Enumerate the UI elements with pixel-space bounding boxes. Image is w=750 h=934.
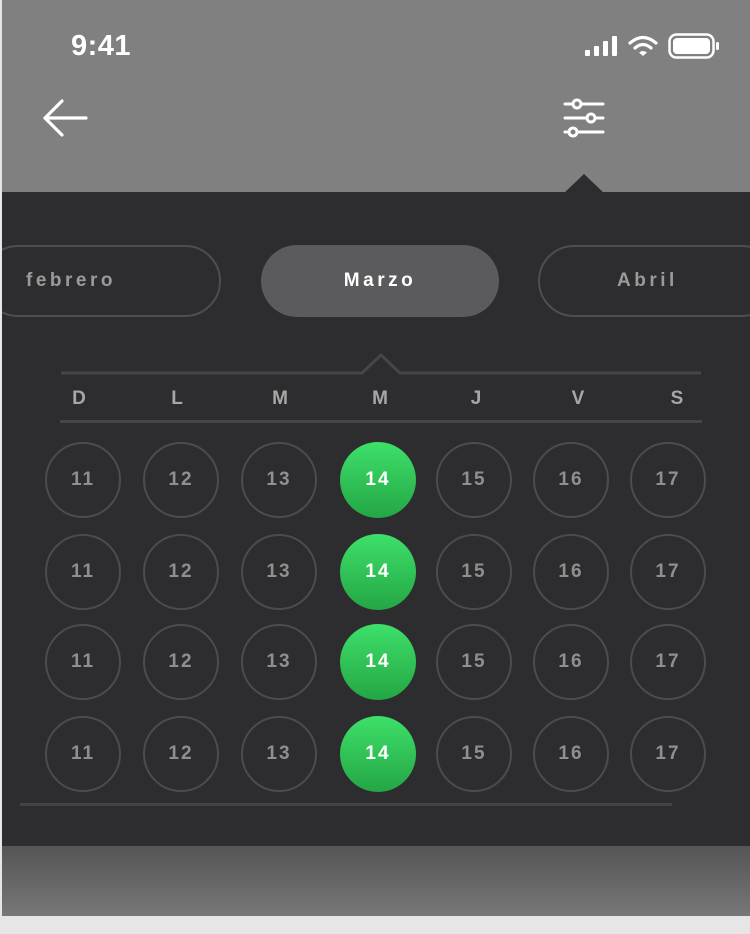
day-cell[interactable]: 16 [533, 624, 609, 700]
battery-icon [668, 33, 719, 59]
day-cell[interactable]: 15 [436, 534, 512, 610]
day-cell[interactable]: 12 [143, 442, 219, 518]
status-icons [584, 30, 720, 62]
day-cell-selected[interactable]: 14 [340, 534, 416, 610]
day-cell[interactable]: 16 [533, 534, 609, 610]
day-cell[interactable]: 11 [45, 624, 121, 700]
day-cell-selected[interactable]: 14 [340, 442, 416, 518]
day-cell[interactable]: 13 [241, 534, 317, 610]
day-cell-selected[interactable]: 14 [340, 624, 416, 700]
day-cell[interactable]: 12 [143, 624, 219, 700]
day-cell[interactable]: 12 [143, 716, 219, 792]
grid-divider [20, 803, 672, 806]
month-next[interactable]: Abril [538, 245, 750, 317]
panel-pointer [563, 174, 605, 194]
day-cell[interactable]: 17 [630, 716, 706, 792]
bottom-shade [2, 846, 750, 916]
status-time: 9:41 [71, 30, 132, 62]
day-cell-selected[interactable]: 14 [340, 716, 416, 792]
weekday-label: M [272, 388, 288, 409]
filter-button[interactable] [558, 94, 610, 142]
weekday-label: J [470, 388, 482, 409]
weekday-label: S [670, 388, 684, 409]
day-cell[interactable]: 17 [630, 624, 706, 700]
back-button[interactable] [40, 95, 92, 141]
weekday-label: L [171, 388, 183, 409]
app-screen: 9:41 febrero Marzo Abril D L M M J V S 1… [2, 0, 750, 916]
month-current[interactable]: Marzo [261, 245, 499, 317]
day-cell[interactable]: 11 [45, 534, 121, 610]
day-cell[interactable]: 17 [630, 534, 706, 610]
weekday-label: D [72, 388, 86, 409]
day-cell[interactable]: 17 [630, 442, 706, 518]
day-cell[interactable]: 16 [533, 442, 609, 518]
day-cell[interactable]: 13 [241, 716, 317, 792]
day-cell[interactable]: 15 [436, 624, 512, 700]
cellular-signal-icon [585, 36, 617, 56]
arrow-left-icon [43, 99, 88, 137]
day-cell[interactable]: 13 [241, 624, 317, 700]
day-cell[interactable]: 13 [241, 442, 317, 518]
sliders-icon [563, 98, 605, 138]
weekday-label: V [571, 388, 585, 409]
weekday-divider-bottom [60, 420, 702, 423]
weekday-divider-top [61, 353, 701, 375]
day-cell[interactable]: 16 [533, 716, 609, 792]
day-cell[interactable]: 11 [45, 442, 121, 518]
wifi-icon [628, 35, 658, 56]
day-cell[interactable]: 15 [436, 442, 512, 518]
month-previous[interactable]: febrero [2, 245, 221, 317]
weekday-label: M [372, 388, 388, 409]
day-cell[interactable]: 12 [143, 534, 219, 610]
day-cell[interactable]: 11 [45, 716, 121, 792]
day-cell[interactable]: 15 [436, 716, 512, 792]
